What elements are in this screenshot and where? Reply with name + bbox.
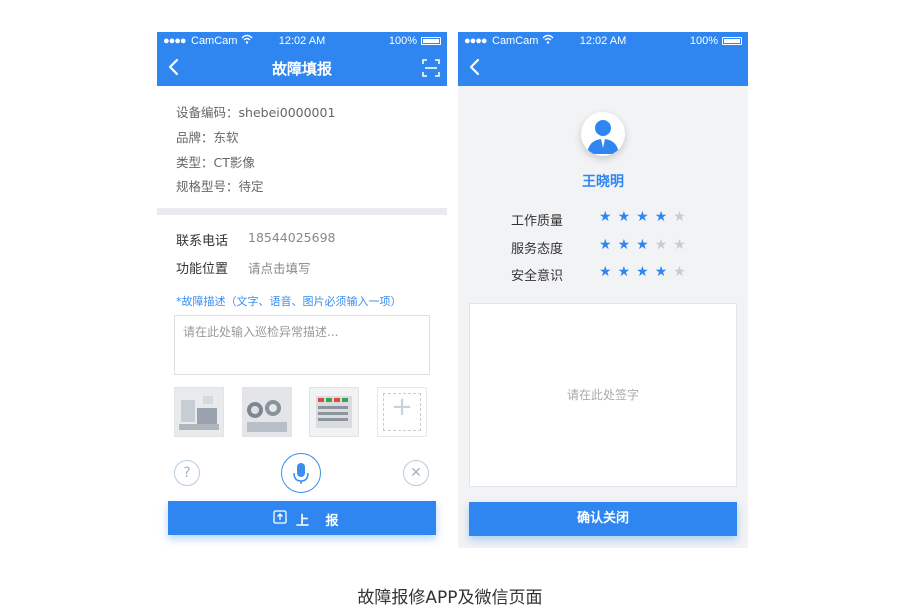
device-code-row: 设备编码：shebei0000001 [176, 102, 335, 121]
phone-label: 联系电话 [176, 234, 229, 249]
brand-row: 品牌：东软 [176, 127, 239, 146]
microphone-icon [293, 463, 309, 484]
battery-percent: 100% [689, 35, 718, 47]
model-label: 规格型号： [176, 179, 239, 194]
photo-thumbnail-1[interactable] [174, 387, 224, 437]
confirm-close-button[interactable]: 确认关闭 [469, 502, 737, 536]
fault-report-screen: ●●●● CamCam 12:02 AM 100% 故障填报 设备编码：sheb… [157, 32, 447, 548]
star-icon[interactable]: ★ [618, 209, 637, 225]
question-icon: ? [183, 465, 191, 481]
back-button[interactable] [464, 53, 488, 81]
voice-input-button[interactable] [281, 453, 321, 493]
avatar [581, 112, 625, 156]
help-button[interactable]: ? [174, 460, 200, 486]
add-photo-button[interactable]: + [377, 387, 427, 437]
clear-button[interactable]: ✕ [403, 460, 429, 486]
battery-icon [421, 37, 441, 45]
rating-label-safety: 安全意识 [511, 269, 564, 284]
star-icon[interactable]: ★ [636, 237, 655, 253]
device-code-label: 设备编码： [176, 105, 239, 120]
star-icon[interactable]: ★ [655, 237, 674, 253]
star-icon[interactable]: ★ [599, 209, 618, 225]
phone-field[interactable]: 18544025698 [248, 230, 335, 245]
type-row: 类型：CT影像 [176, 152, 255, 171]
submit-label: 上 报 [296, 514, 345, 529]
section-divider [157, 208, 447, 215]
type-value: CT影像 [213, 155, 255, 170]
technician-name: 王晓明 [582, 174, 624, 190]
brand-label: 品牌： [176, 130, 214, 145]
battery-icon [722, 37, 742, 45]
model-row: 规格型号：待定 [176, 176, 264, 195]
signature-pad[interactable]: 请在此处签字 [469, 303, 737, 487]
photo-2-image [243, 388, 291, 436]
close-confirm-screen: ●●●● CamCam 12:02 AM 100% 王晓明 工作质量 ★★★★★… [458, 32, 748, 548]
scan-button[interactable] [421, 58, 441, 78]
photo-1-image [175, 388, 223, 436]
star-icon[interactable]: ★ [599, 237, 618, 253]
device-code-value: shebei0000001 [238, 105, 336, 120]
type-label: 类型： [176, 155, 214, 170]
location-field[interactable]: 请点击填写 [248, 258, 311, 277]
rating-stars-quality[interactable]: ★★★★★ [599, 209, 692, 225]
star-icon[interactable]: ★ [655, 264, 674, 280]
photo-thumbnail-2[interactable] [242, 387, 292, 437]
star-icon[interactable]: ★ [618, 264, 637, 280]
star-icon[interactable]: ★ [636, 209, 655, 225]
page-title: 故障填报 [271, 60, 332, 78]
nav-bar: 故障填报 [157, 50, 447, 86]
page-caption: 故障报修APP及微信页面 [357, 588, 543, 608]
rating-stars-service[interactable]: ★★★★★ [599, 237, 692, 253]
description-placeholder: 请在此处输入巡检异常描述... [183, 325, 339, 339]
model-value: 待定 [238, 179, 264, 194]
plus-icon: + [391, 392, 413, 422]
chevron-left-icon [469, 58, 480, 76]
star-icon[interactable]: ★ [655, 209, 674, 225]
star-icon[interactable]: ★ [673, 237, 692, 253]
user-icon [587, 120, 619, 154]
device-info: 设备编码：shebei0000001 品牌：东软 类型：CT影像 规格型号：待定 [157, 86, 447, 208]
rating-stars-safety[interactable]: ★★★★★ [599, 264, 692, 280]
location-label: 功能位置 [176, 262, 229, 277]
brand-value: 东软 [213, 130, 239, 145]
signature-placeholder: 请在此处签字 [566, 388, 639, 402]
rating-label-service: 服务态度 [511, 242, 564, 257]
upload-icon [273, 510, 287, 524]
scan-icon [422, 59, 440, 77]
nav-bar [458, 50, 748, 86]
star-icon[interactable]: ★ [636, 264, 655, 280]
star-icon[interactable]: ★ [673, 209, 692, 225]
star-icon[interactable]: ★ [599, 264, 618, 280]
submit-button[interactable]: 上 报 [168, 501, 436, 535]
close-icon: ✕ [410, 465, 422, 481]
star-icon[interactable]: ★ [673, 264, 692, 280]
star-icon[interactable]: ★ [618, 237, 637, 253]
photo-thumbnail-3[interactable] [309, 387, 359, 437]
status-bar: ●●●● CamCam 12:02 AM 100% [458, 32, 748, 50]
battery-percent: 100% [388, 35, 417, 47]
description-hint: *故障描述（文字、语音、图片必须输入一项） [176, 295, 402, 308]
photo-3-image [310, 388, 358, 436]
description-input[interactable]: 请在此处输入巡检异常描述... [174, 315, 430, 375]
rating-label-quality: 工作质量 [511, 214, 564, 229]
status-bar: ●●●● CamCam 12:02 AM 100% [157, 32, 447, 50]
